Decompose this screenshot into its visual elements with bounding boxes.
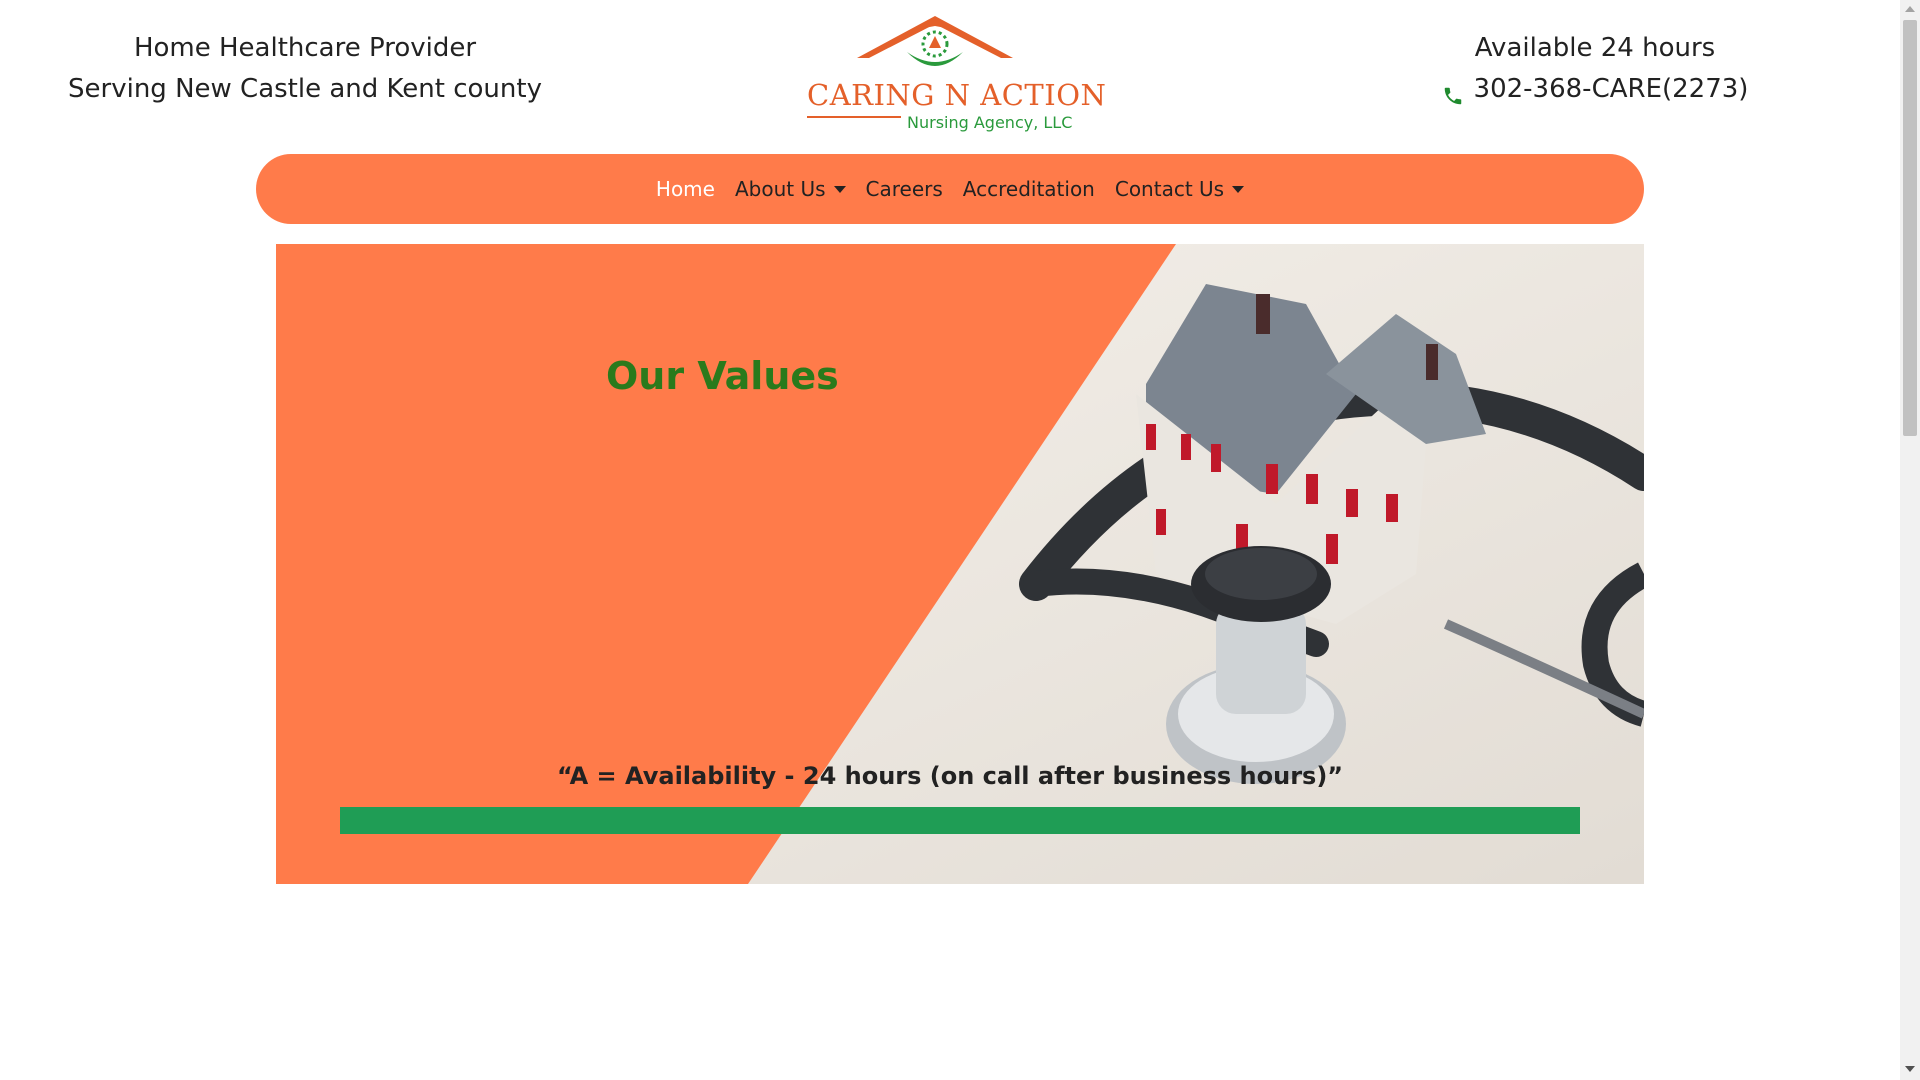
nav-careers[interactable]: Careers <box>866 177 943 201</box>
hero-title: Our Values <box>606 354 839 398</box>
scroll-thumb[interactable] <box>1903 20 1917 436</box>
hero-quote: “A = Availability - 24 hours (on call af… <box>556 762 1344 790</box>
chevron-down-icon <box>1232 185 1245 193</box>
site-logo[interactable]: CARING N ACTION Nursing Agency, LLC <box>795 10 1107 132</box>
tagline-service-area: Serving New Castle and Kent county <box>68 74 542 104</box>
nav-home[interactable]: Home <box>656 177 715 201</box>
scroll-down-icon[interactable] <box>1905 1066 1915 1072</box>
page: Home Healthcare Provider Serving New Cas… <box>0 0 1900 1080</box>
phone-number: 302-368-CARE(2273) <box>1473 74 1749 104</box>
nav-careers-label: Careers <box>865 177 943 201</box>
progress-bar <box>340 807 1580 834</box>
nav-accreditation[interactable]: Accreditation <box>963 177 1095 201</box>
nav-home-label: Home <box>655 177 715 201</box>
availability-text: Available 24 hours <box>1474 33 1716 63</box>
logo-subtitle: Nursing Agency, LLC <box>907 113 1073 132</box>
nav-about-us[interactable]: About Us <box>735 177 846 201</box>
chevron-down-icon <box>833 185 846 193</box>
tagline-provider: Home Healthcare Provider <box>133 33 477 63</box>
main-navbar: Home About Us Careers Accreditation Cont… <box>256 154 1644 224</box>
hero-banner: Our Values “A = Availability - 24 hours … <box>276 244 1644 884</box>
nav-contact-us-label: Contact Us <box>1114 177 1225 201</box>
header-contact: Available 24 hours 302-368-CARE(2273) <box>1440 28 1750 120</box>
page-scrollbar[interactable] <box>1900 0 1920 1080</box>
nav-about-us-label: About Us <box>734 177 826 201</box>
header-tagline: Home Healthcare Provider Serving New Cas… <box>60 28 550 110</box>
phone-link[interactable]: 302-368-CARE(2273) <box>1442 69 1749 110</box>
logo-title: CARING N ACTION <box>807 78 1107 112</box>
phone-icon <box>1442 79 1464 104</box>
nav-accreditation-label: Accreditation <box>962 177 1095 201</box>
nav-contact-us[interactable]: Contact Us <box>1114 177 1245 201</box>
scroll-up-icon[interactable] <box>1905 6 1915 12</box>
